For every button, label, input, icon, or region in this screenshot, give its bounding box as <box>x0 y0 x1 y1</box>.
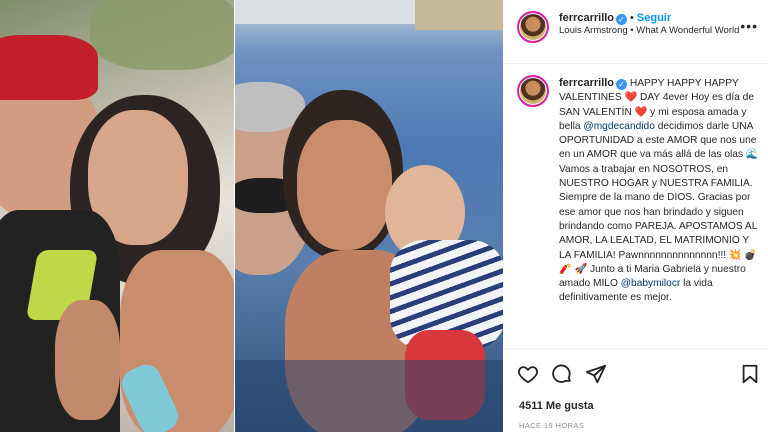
media-divider <box>234 0 235 432</box>
music-link[interactable]: Louis Armstrong • What A Wonderful World <box>559 24 744 37</box>
username-link[interactable]: ferrcarrillo <box>559 12 614 24</box>
post-timestamp[interactable]: HACE 19 HORAS <box>519 421 584 430</box>
post-media[interactable] <box>0 0 503 432</box>
mention-link-2[interactable]: @babymilocr <box>621 278 681 289</box>
follow-button[interactable]: Seguir <box>637 12 671 24</box>
post-actions: 4511 Me gusta HACE 19 HORAS <box>503 348 768 432</box>
caption-avatar[interactable] <box>517 75 549 107</box>
caption-text: ferrcarrillo ✓ HAPPY HAPPY HAPPY VALENTIN… <box>559 76 759 306</box>
mention-link[interactable]: @mgdecandido <box>583 121 655 132</box>
photo-family-pool <box>235 0 503 432</box>
photo-couple-kiss <box>0 0 234 432</box>
comment-icon[interactable] <box>551 363 573 385</box>
post-header: ferrcarrillo ✓ • Seguir Louis Armstrong • W… <box>503 0 768 64</box>
separator-dot: • <box>630 12 634 24</box>
likes-count[interactable]: 4511 Me gusta <box>519 400 594 412</box>
more-options-icon[interactable]: ••• <box>740 18 758 34</box>
caption-section: ferrcarrillo ✓ HAPPY HAPPY HAPPY VALENTIN… <box>503 65 768 347</box>
caption-body-2: decidimos darle UNA OPORTUNIDAD a este A… <box>559 120 759 290</box>
bookmark-icon[interactable] <box>739 363 761 385</box>
caption-username[interactable]: ferrcarrillo <box>559 77 614 89</box>
avatar[interactable] <box>517 11 549 43</box>
heart-icon[interactable] <box>517 363 539 385</box>
caption-verified-badge-icon: ✓ <box>616 79 628 90</box>
share-icon[interactable] <box>585 363 607 385</box>
